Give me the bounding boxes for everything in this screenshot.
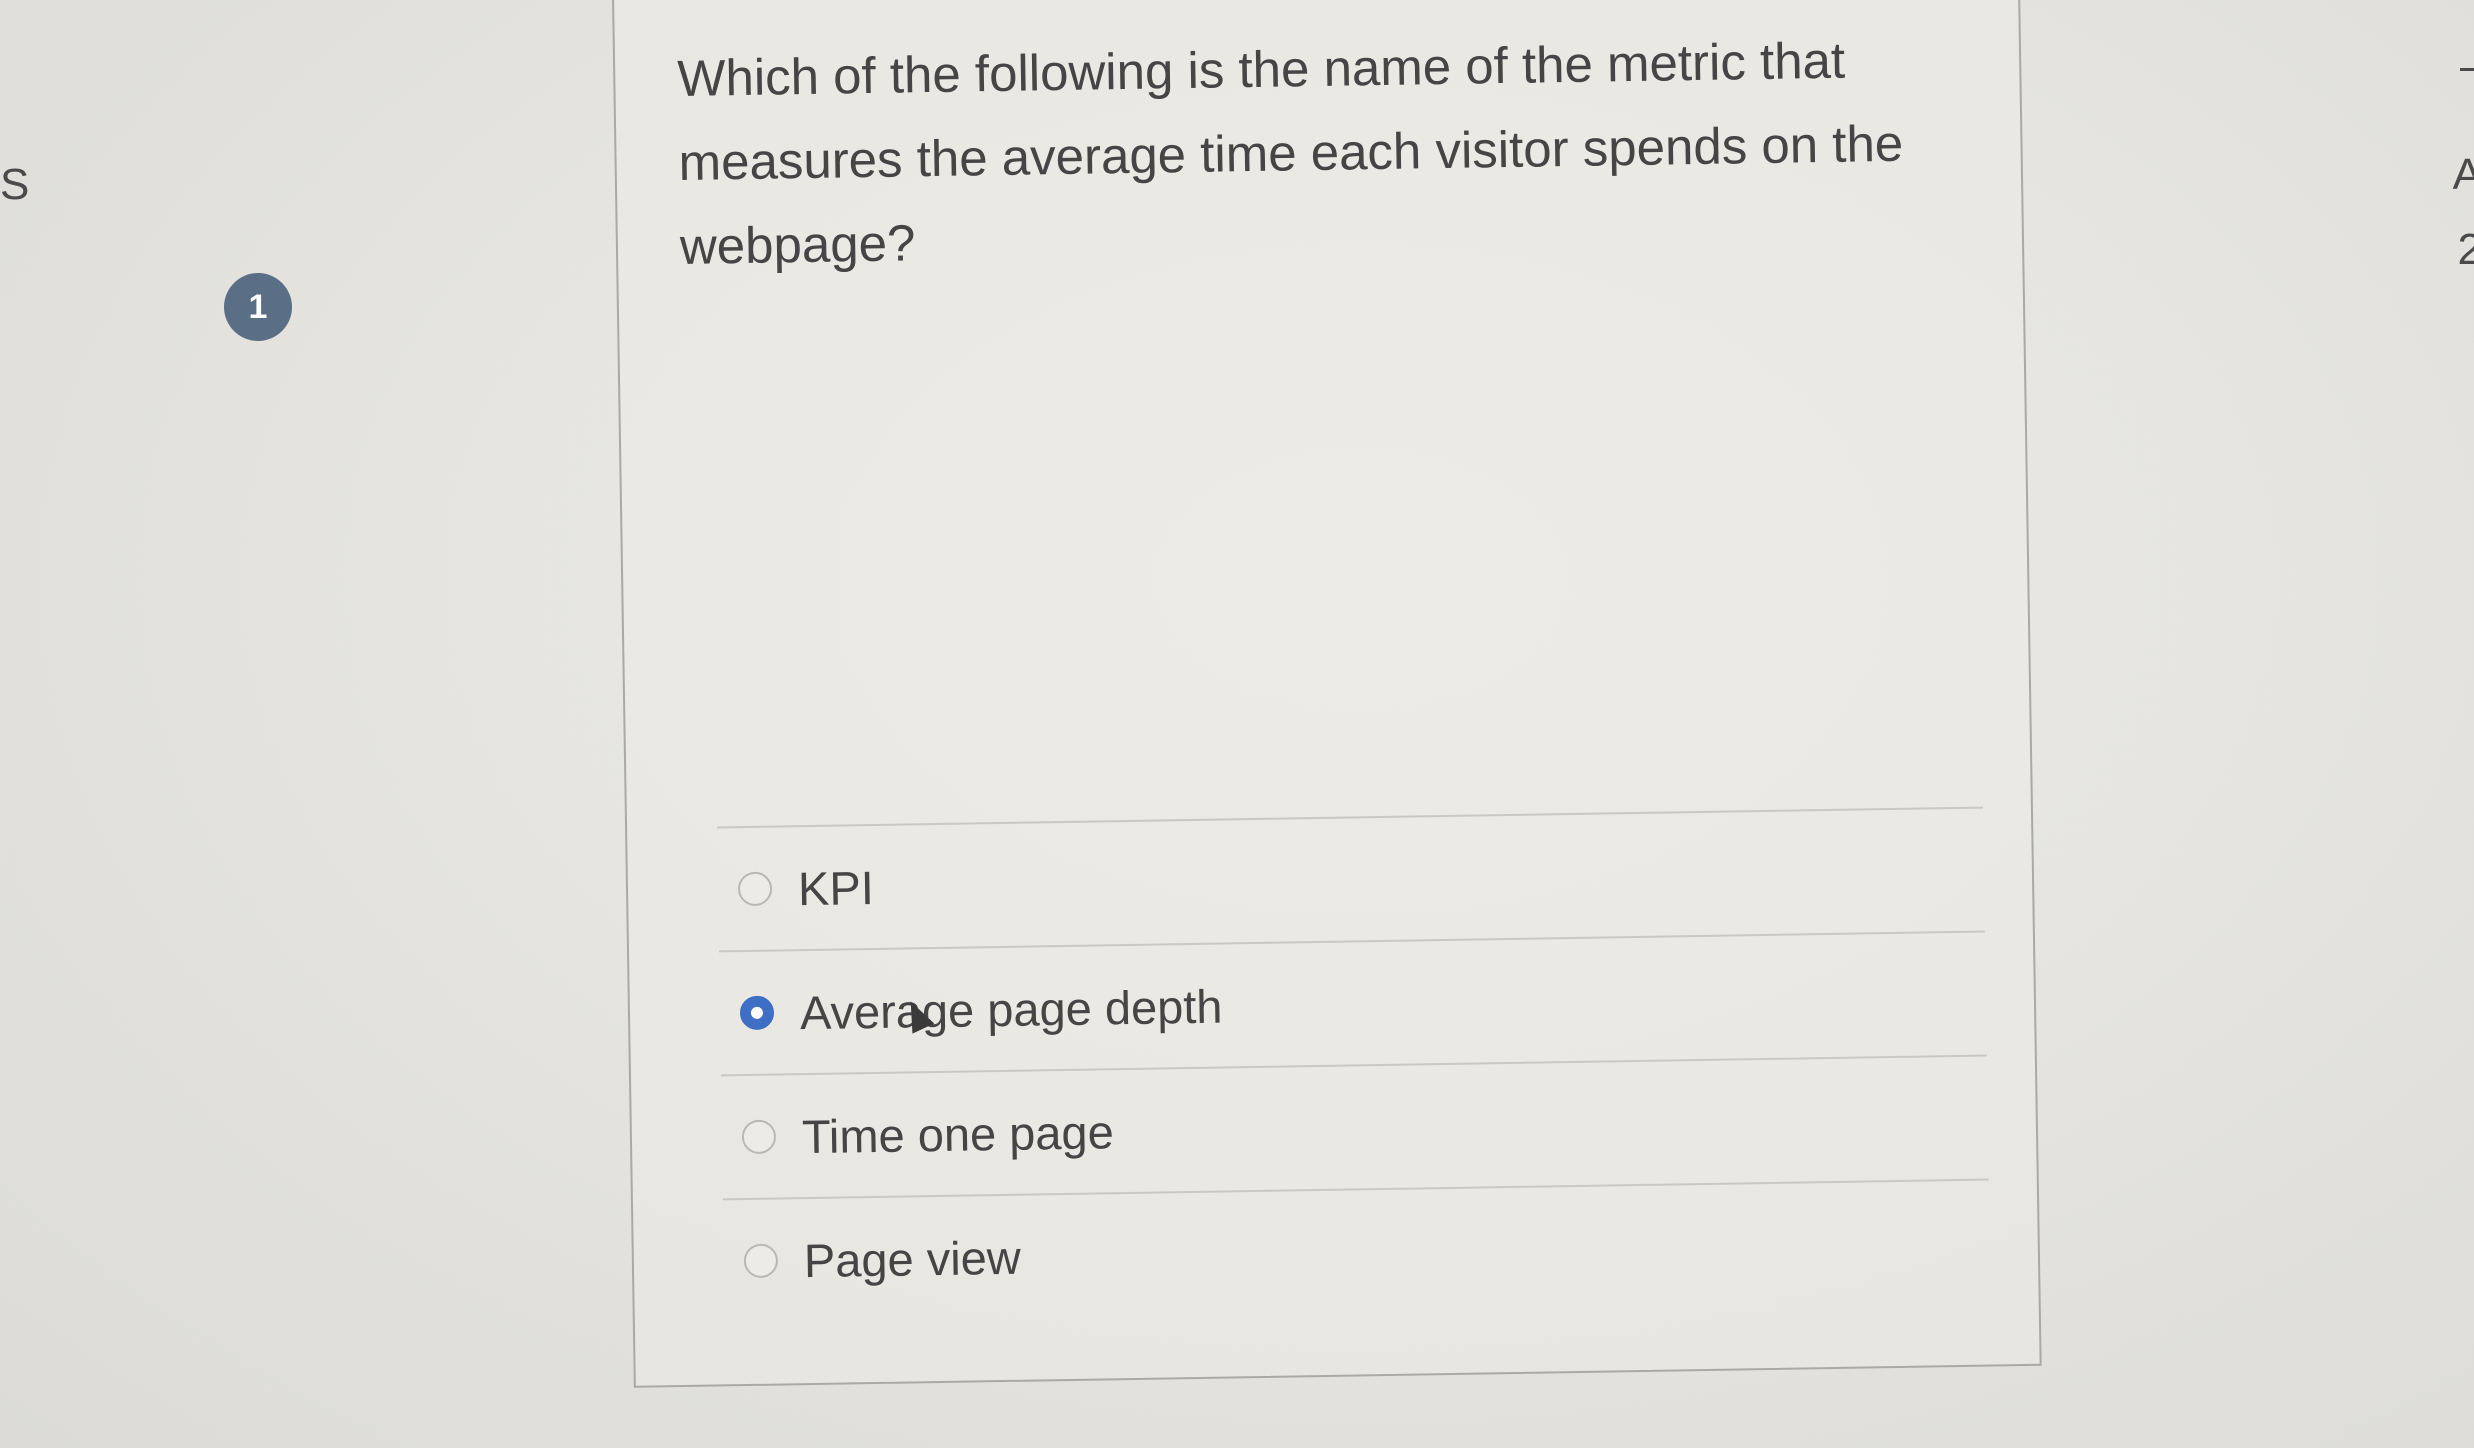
radio-button-selected[interactable] — [739, 995, 775, 1031]
answer-option-page-view[interactable]: Page view — [722, 1178, 1991, 1323]
radio-button[interactable] — [741, 1119, 777, 1155]
answer-label: Time one page — [801, 1104, 1115, 1163]
answer-option-kpi[interactable]: KPI — [717, 806, 1985, 951]
radio-button[interactable] — [743, 1243, 779, 1279]
question-card: Which of the following is the name of th… — [612, 0, 2042, 1388]
answer-option-time-one-page[interactable]: Time one page — [720, 1054, 1989, 1199]
question-text: Which of the following is the name of th… — [676, 31, 1904, 275]
answer-list: KPI Average page depth Time one page Pag… — [717, 806, 1991, 1323]
answer-label: Average page depth — [799, 979, 1223, 1039]
cut-off-right-text-2: 2 — [2457, 225, 2474, 274]
cut-off-right-mark — [2460, 68, 2474, 71]
answer-label: Page view — [803, 1230, 1022, 1287]
cut-off-left-text: S — [0, 160, 30, 209]
cut-off-right-text-1: A — [2452, 150, 2474, 199]
question-number-badge: 1 — [224, 273, 292, 341]
answer-label: KPI — [797, 860, 875, 915]
radio-button[interactable] — [737, 871, 773, 907]
